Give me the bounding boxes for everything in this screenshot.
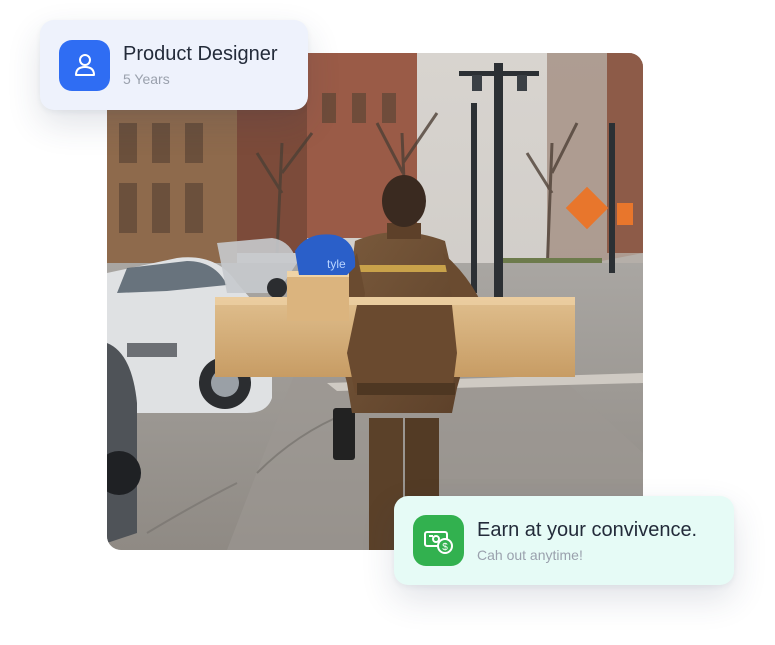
- earn-title: Earn at your convivence.: [477, 518, 698, 541]
- earn-subtitle: Cah out anytime!: [477, 546, 583, 563]
- profile-subtitle: 5 Years: [123, 71, 170, 87]
- delivery-photo: tyle: [107, 53, 643, 550]
- cash-icon: $: [423, 530, 453, 554]
- bag-label: tyle: [327, 257, 346, 271]
- profile-title: Product Designer: [123, 43, 278, 65]
- user-icon: [74, 54, 95, 76]
- earn-card-text: Earn at your convivence. Cah out anytime…: [477, 518, 697, 564]
- earn-card: $ Earn at your convivence. Cah out anyti…: [394, 496, 734, 585]
- user-badge: [59, 39, 110, 91]
- profile-card: Product Designer 5 Years: [40, 20, 308, 110]
- profile-card-text: Product Designer 5 Years: [123, 42, 278, 88]
- svg-text:$: $: [442, 542, 448, 553]
- hero-stage: tyle Product Designer 5 Years $ Earn at …: [0, 0, 775, 645]
- cash-badge: $: [413, 515, 464, 566]
